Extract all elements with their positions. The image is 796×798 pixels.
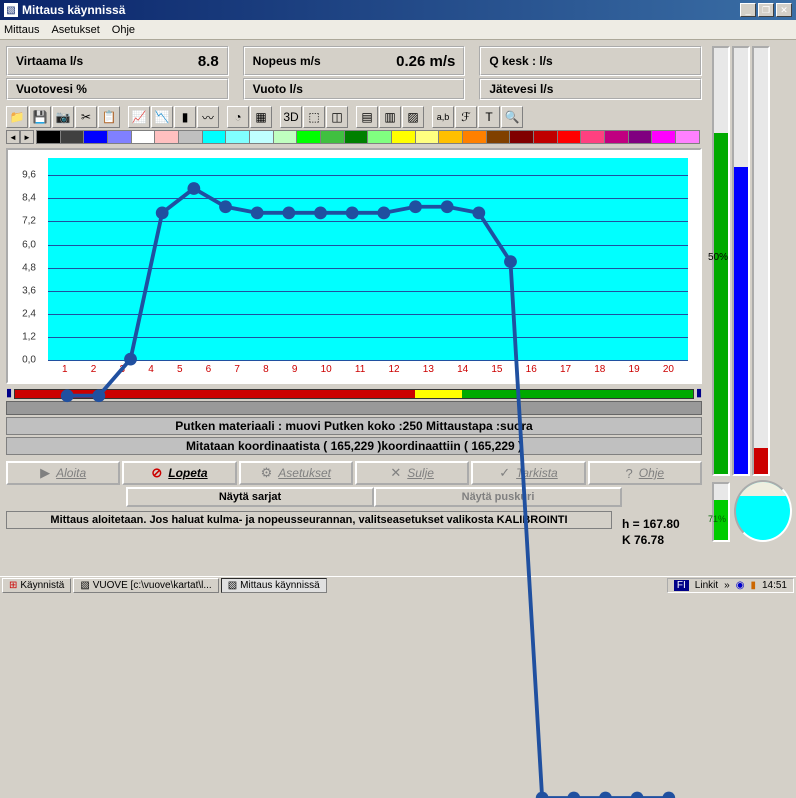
tool-chart2-icon[interactable]: 📉 [151,106,173,128]
palette-swatch[interactable] [61,130,85,144]
metric-qavg: Q kesk : l/s [479,46,702,76]
qavg-label: Q kesk : l/s [489,54,552,68]
small-bar [712,482,730,542]
tool-zoom-icon[interactable]: 🔍 [501,106,523,128]
palette-swatch[interactable] [534,130,558,144]
app-icon: ▧ [4,3,18,17]
tray-icon1[interactable]: ◉ [736,580,745,591]
palette-swatch[interactable] [676,130,700,144]
menubar: Mittaus Asetukset Ohje [0,20,796,40]
palette-swatch[interactable] [226,130,250,144]
tool-pie-icon[interactable]: ◔ [227,106,249,128]
tool-bar-icon[interactable]: ▮ [174,106,196,128]
toolbar: 📁 💾 📷 ✂ 📋 📈 📉 ▮ 〰 ◔ ▦ 3D ⬚ ◫ ▤ ▥ ▨ a,b ℱ… [6,106,702,128]
tool-font-icon[interactable]: ℱ [455,106,477,128]
palette-swatch[interactable] [108,130,132,144]
palette-swatch[interactable] [321,130,345,144]
palette-swatch[interactable] [203,130,227,144]
links-label[interactable]: Linkit [695,580,718,591]
pct50-label: 50% [708,252,728,263]
chart: 0,01,22,43,64,86,07,28,49,6 123456789101… [6,148,702,384]
tool-open-icon[interactable]: 📁 [6,106,28,128]
restore-button[interactable]: ❐ [758,3,774,17]
tool-doc3-icon[interactable]: ▨ [402,106,424,128]
palette-swatch[interactable] [392,130,416,144]
palette-swatch[interactable] [132,130,156,144]
bar-end-icon: ▮ [696,386,702,399]
palette-swatch[interactable] [368,130,392,144]
palette-prev[interactable]: ◄ [6,130,20,144]
bar-start-icon: ▮ [6,386,12,399]
menu-ohje[interactable]: Ohje [112,24,135,36]
minimize-button[interactable]: _ [740,3,756,17]
palette-swatch[interactable] [155,130,179,144]
gauge-circle [734,480,792,542]
palette-swatch[interactable] [463,130,487,144]
window-title: Mittaus käynnissä [22,3,740,17]
palette-swatch[interactable] [36,130,61,144]
palette-swatch[interactable] [652,130,676,144]
palette-swatch[interactable] [84,130,108,144]
palette-swatch[interactable] [297,130,321,144]
clock[interactable]: 14:51 [762,580,787,591]
vbar-blue: 50% [732,46,750,476]
metric-vuoto: Vuoto l/s [243,78,466,100]
tool-ab-icon[interactable]: a,b [432,106,454,128]
palette-swatch[interactable] [581,130,605,144]
tool-chart1-icon[interactable]: 📈 [128,106,150,128]
palette-swatch[interactable] [510,130,534,144]
tool-palette-icon[interactable]: T [478,106,500,128]
tool-3d3-icon[interactable]: ◫ [326,106,348,128]
tool-line-icon[interactable]: 〰 [197,106,219,128]
tool-save-icon[interactable]: 💾 [29,106,51,128]
palette-swatch[interactable] [629,130,653,144]
speed-label: Nopeus m/s [253,54,321,68]
tray-icon2[interactable]: ▮ [750,580,756,591]
palette-swatch[interactable] [416,130,440,144]
vbar-red [752,46,770,476]
titlebar: ▧ Mittaus käynnissä _ ❐ ✕ [0,0,796,20]
tool-3d2-icon[interactable]: ⬚ [303,106,325,128]
menu-mittaus[interactable]: Mittaus [4,24,39,36]
flow-value: 8.8 [198,53,219,70]
metric-jate: Jätevesi l/s [479,78,702,100]
palette-swatch[interactable] [558,130,582,144]
windows-icon: ⊞ [9,580,17,591]
close-button[interactable]: ✕ [776,3,792,17]
tool-doc2-icon[interactable]: ▥ [379,106,401,128]
menu-asetukset[interactable]: Asetukset [51,24,99,36]
palette-swatch[interactable] [345,130,369,144]
tool-cut-icon[interactable]: ✂ [75,106,97,128]
tool-grid-icon[interactable]: ▦ [250,106,272,128]
flow-label: Virtaama l/s [16,54,83,68]
palette-swatch[interactable] [487,130,511,144]
tool-paste-icon[interactable]: 📋 [98,106,120,128]
tray-chevron-icon[interactable]: » [724,580,730,591]
pct71-label: 71% [708,514,726,524]
palette-next[interactable]: ► [20,130,34,144]
metric-flow: Virtaama l/s 8.8 [6,46,229,76]
metric-speed: Nopeus m/s 0.26 m/s [243,46,466,76]
tool-3d1-icon[interactable]: 3D [280,106,302,128]
tool-camera-icon[interactable]: 📷 [52,106,74,128]
tool-doc1-icon[interactable]: ▤ [356,106,378,128]
metric-leak: Vuotovesi % [6,78,229,100]
palette-swatch[interactable] [274,130,298,144]
palette-swatch[interactable] [605,130,629,144]
speed-value: 0.26 m/s [396,53,455,70]
palette-swatch[interactable] [250,130,274,144]
palette-swatch[interactable] [439,130,463,144]
palette-swatch[interactable] [179,130,203,144]
color-palette[interactable] [36,130,700,144]
